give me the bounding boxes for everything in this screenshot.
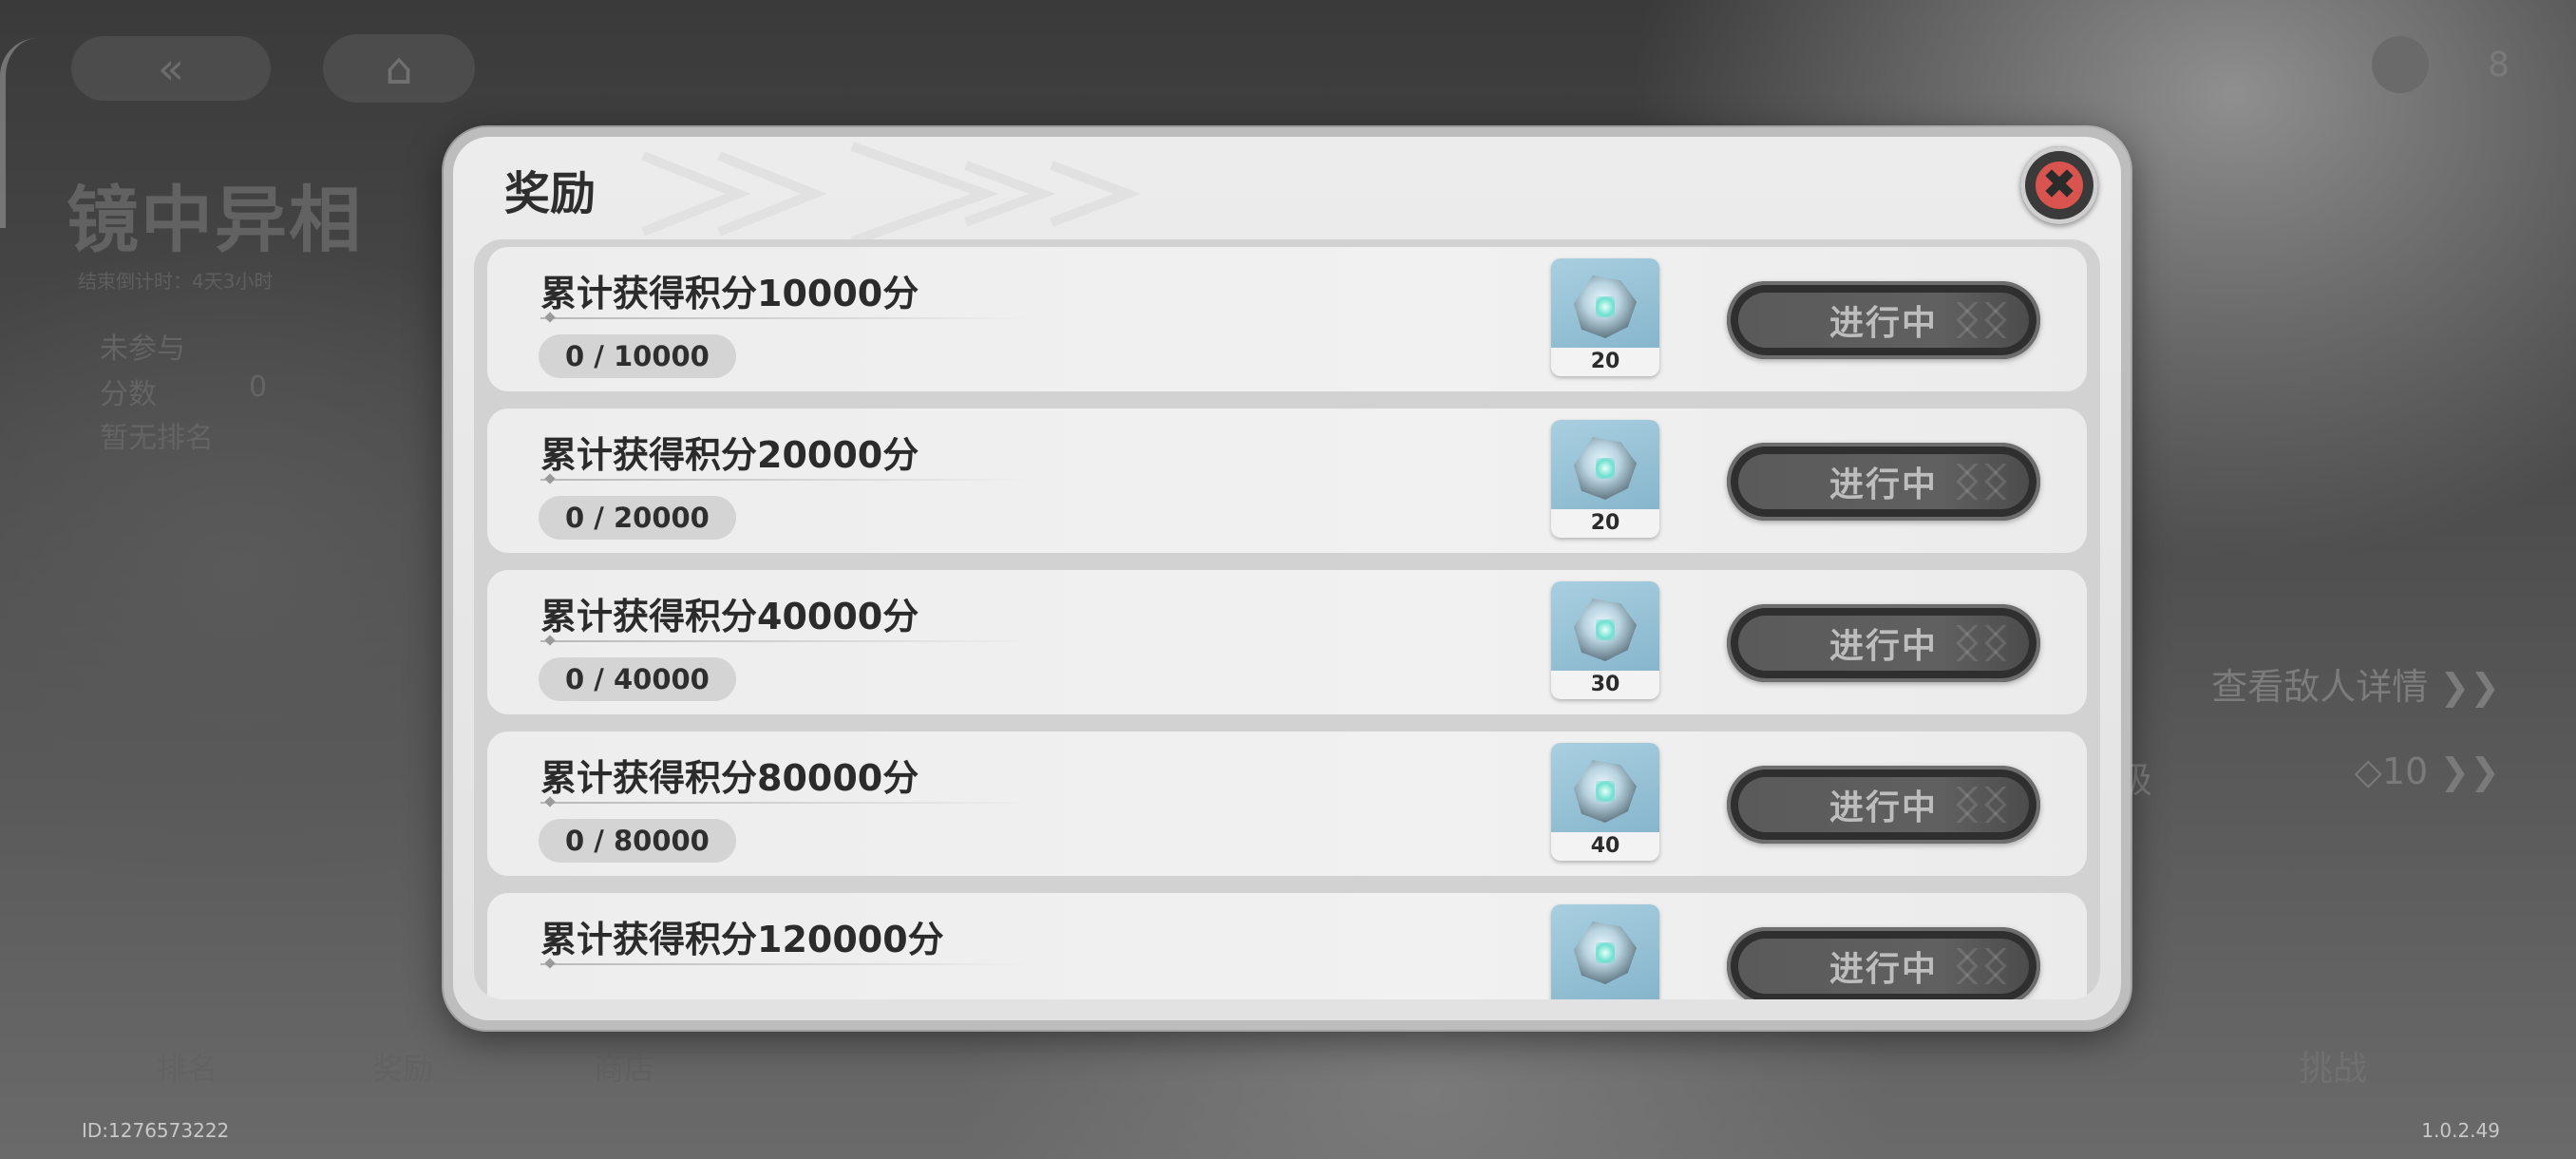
item-count: 20 <box>1551 509 1659 538</box>
decorative-curve <box>0 38 44 228</box>
home-button[interactable]: ⌂ <box>323 34 475 103</box>
home-icon: ⌂ <box>385 43 413 94</box>
reward-title: 累计获得积分120000分 <box>540 919 944 960</box>
rewards-modal: 奖励 ✖ 累计获得积分10000分 0 / 10000 20 进行中 累计获得积… <box>453 137 2121 1020</box>
reward-item[interactable]: 40 <box>1551 743 1659 861</box>
status-button[interactable]: 进行中 <box>1727 927 2040 999</box>
chevron-pattern-icon <box>1953 787 2010 823</box>
crystal-glow <box>1596 458 1615 479</box>
event-title: 镜中异相 <box>66 178 363 262</box>
score-label: 分数 <box>100 378 157 411</box>
status-label: 进行中 <box>1828 950 1938 989</box>
status-label: 进行中 <box>1828 627 1938 666</box>
divider <box>540 317 1034 319</box>
reward-title: 累计获得积分80000分 <box>540 757 919 799</box>
reward-row: 累计获得积分10000分 0 / 10000 20 进行中 <box>487 247 2087 391</box>
reward-title: 累计获得积分40000分 <box>540 596 919 637</box>
chevron-pattern-icon <box>1953 302 2010 338</box>
reward-row: 累计获得积分40000分 0 / 40000 30 进行中 <box>487 570 2087 714</box>
reward-item[interactable]: 20 <box>1551 258 1659 376</box>
reward-item[interactable] <box>1551 904 1659 999</box>
version-text: 1.0.2.49 <box>2421 1119 2500 1142</box>
tab-ranking[interactable]: 排名 <box>157 1045 218 1089</box>
reward-row: 累计获得积分20000分 0 / 20000 20 进行中 <box>487 408 2087 553</box>
player-id: ID:1276573222 <box>82 1119 230 1142</box>
progress-pill: 0 / 80000 <box>539 819 736 863</box>
back-button[interactable]: « <box>71 36 271 101</box>
status-button[interactable]: 进行中 <box>1727 443 2040 521</box>
status-label: 进行中 <box>1828 788 1938 827</box>
score-value: 0 <box>249 370 268 404</box>
currency-value: 8 <box>2488 46 2510 85</box>
status-label: 进行中 <box>1828 304 1938 343</box>
reward-row: 累计获得积分120000分 进行中 <box>487 893 2087 999</box>
currency-icon <box>2372 36 2429 93</box>
reward-item[interactable]: 30 <box>1551 581 1659 699</box>
divider <box>540 479 1034 481</box>
reward-row: 累计获得积分80000分 0 / 80000 40 进行中 <box>487 732 2087 876</box>
item-count: 30 <box>1551 671 1659 699</box>
reward-list-content: 累计获得积分10000分 0 / 10000 20 进行中 累计获得积分2000… <box>487 247 2087 999</box>
status-label: 进行中 <box>1828 466 1938 504</box>
rank-status: 暂无排名 <box>100 422 214 455</box>
tab-shop[interactable]: 商店 <box>594 1045 654 1089</box>
tab-rewards[interactable]: 奖励 <box>372 1045 433 1089</box>
progress-pill: 0 / 40000 <box>539 657 736 701</box>
participation-status: 未参与 <box>100 332 185 366</box>
divider <box>540 802 1034 804</box>
reward-list[interactable]: 累计获得积分10000分 0 / 10000 20 进行中 累计获得积分2000… <box>474 239 2100 999</box>
reward-title: 累计获得积分20000分 <box>540 434 919 476</box>
chevron-pattern-icon <box>1953 625 2010 661</box>
challenge-button[interactable]: 挑战 <box>2299 1041 2367 1091</box>
modal-title: 奖励 <box>504 167 597 220</box>
progress-pill: 0 / 10000 <box>539 334 736 378</box>
level-selector[interactable]: ◇10 ❯❯ <box>2355 750 2500 792</box>
item-count: 20 <box>1551 348 1659 376</box>
crystal-glow <box>1596 942 1615 963</box>
item-count: 40 <box>1551 832 1659 861</box>
status-button[interactable]: 进行中 <box>1727 766 2040 844</box>
divider <box>540 963 1034 965</box>
countdown-text: 结束倒计时：4天3小时 <box>78 270 274 293</box>
chevron-pattern-icon <box>1953 464 2010 500</box>
progress-pill: 0 / 20000 <box>539 496 736 540</box>
status-button[interactable]: 进行中 <box>1727 281 2040 359</box>
reward-item[interactable]: 20 <box>1551 420 1659 538</box>
crystal-glow <box>1596 296 1615 317</box>
crystal-glow <box>1596 619 1615 640</box>
chevron-pattern-icon <box>1953 948 2010 984</box>
double-chevron-left-icon: « <box>157 43 185 94</box>
crystal-glow <box>1596 781 1615 802</box>
reward-title: 累计获得积分10000分 <box>540 273 919 314</box>
close-icon: ✖ <box>2036 162 2083 209</box>
enemy-details-link[interactable]: 查看敌人详情 ❯❯ <box>2211 657 2500 710</box>
close-button[interactable]: ✖ <box>2020 146 2098 224</box>
divider <box>540 640 1034 642</box>
status-button[interactable]: 进行中 <box>1727 604 2040 682</box>
